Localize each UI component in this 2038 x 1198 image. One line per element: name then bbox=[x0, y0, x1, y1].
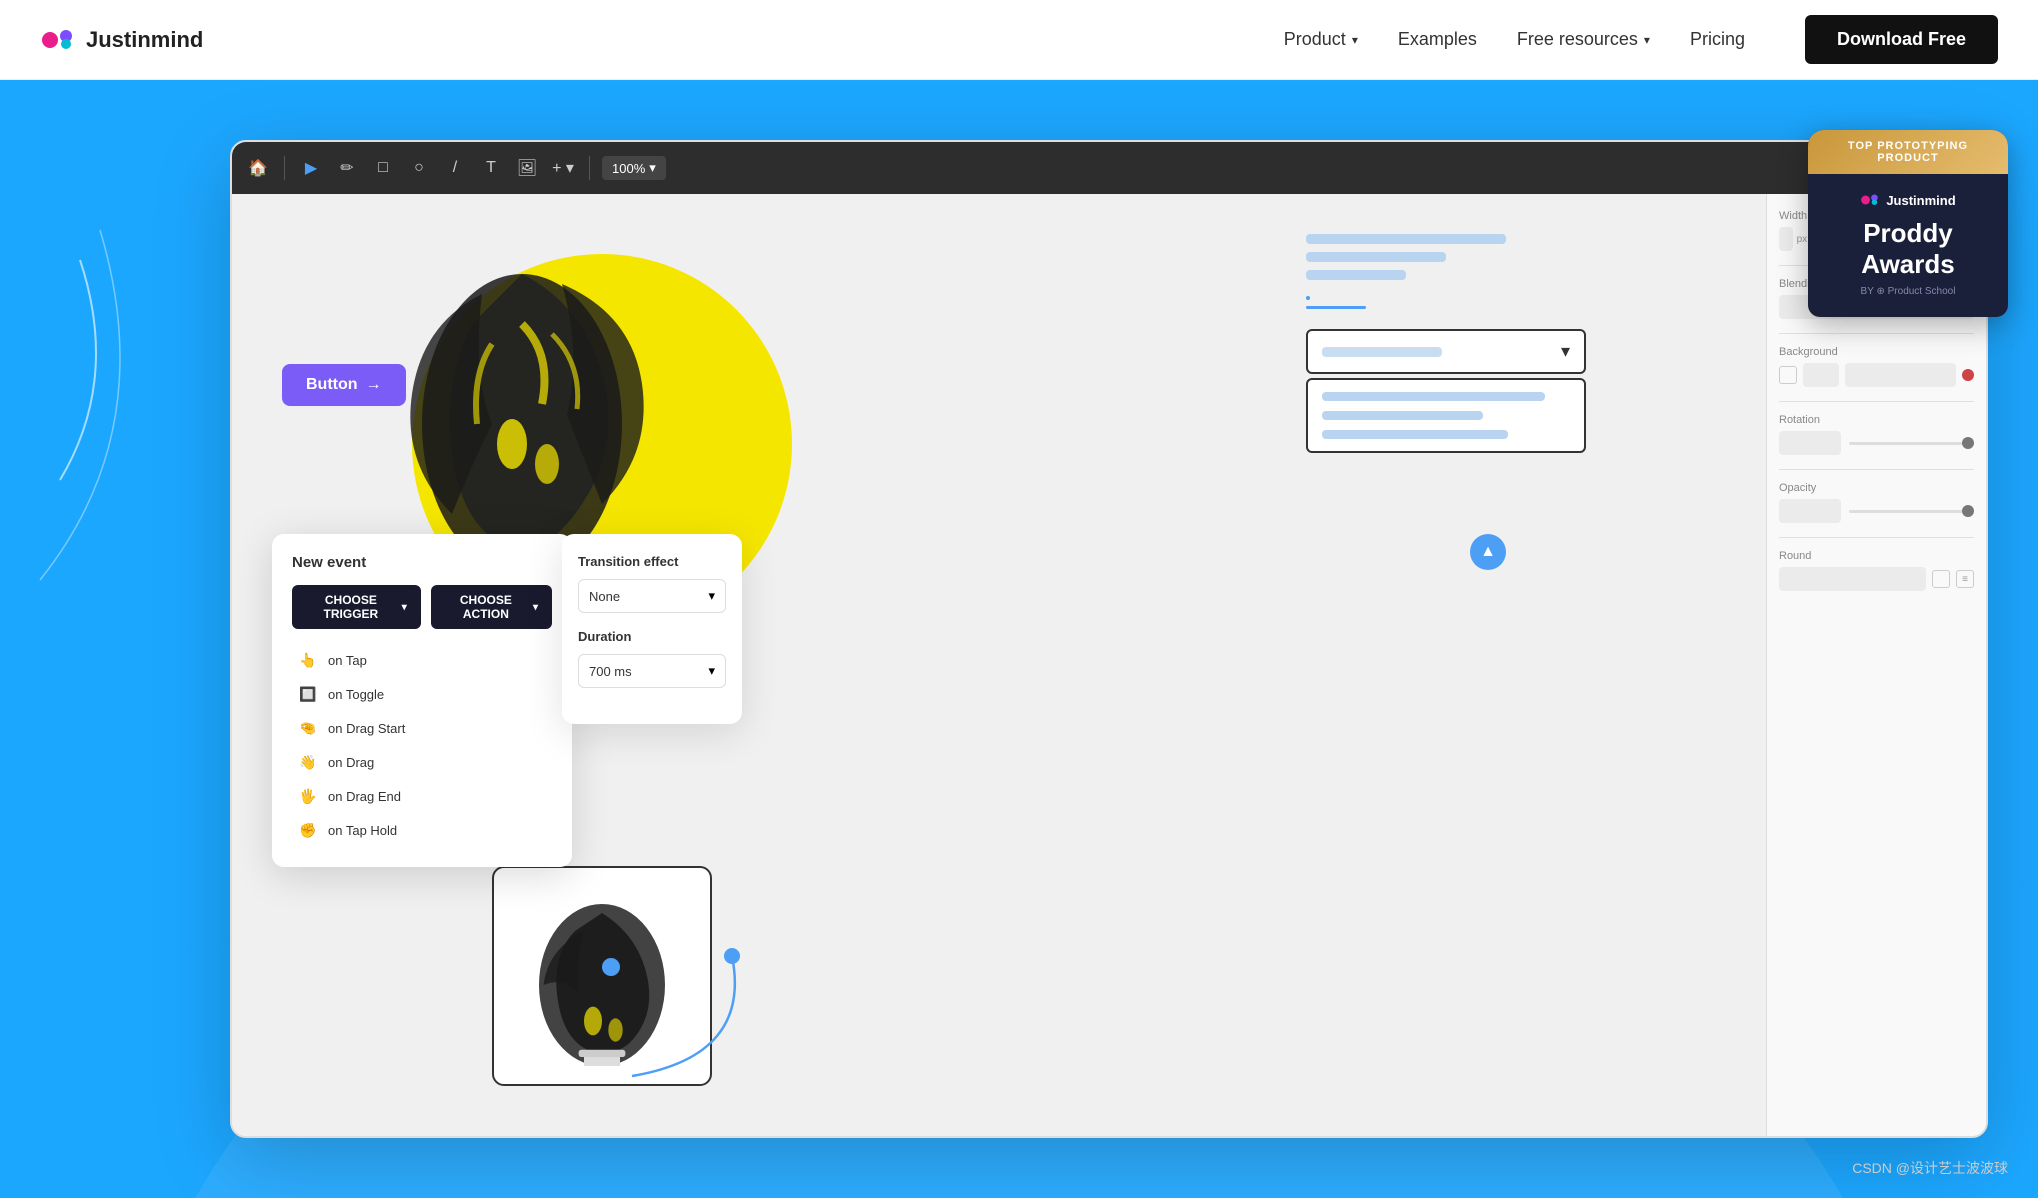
download-free-button[interactable]: Download Free bbox=[1805, 15, 1998, 64]
trigger-on-drag[interactable]: 👋 on Drag bbox=[292, 745, 552, 779]
hero-section: 🏠 ▶ ✏ □ ○ / T 🖼 + ▾ 100% ▾ ⊞ ◇ ⊟ ⊞ bbox=[0, 80, 2038, 1198]
transition-panel: Transition effect None ▾ Duration 700 ms… bbox=[562, 534, 742, 724]
event-panel-buttons: CHOOSE TRIGGER ▾ CHOOSE ACTION ▾ bbox=[292, 585, 552, 629]
round-property-row: Round ≡ bbox=[1779, 550, 1974, 591]
navbar: Justinmind Product ▾ Examples Free resou… bbox=[0, 0, 2038, 80]
toolbar-rect-icon[interactable]: □ bbox=[369, 154, 397, 182]
plant-thumb-svg bbox=[512, 886, 692, 1066]
trigger-on-drag-start[interactable]: 🤏 on Drag Start bbox=[292, 711, 552, 745]
award-by-line: BY ⊕ Product School bbox=[1808, 286, 2008, 297]
logo-icon bbox=[40, 22, 76, 58]
toolbar-image-icon[interactable]: 🖼 bbox=[513, 154, 541, 182]
toolbar-text-icon[interactable]: T bbox=[477, 154, 505, 182]
effect-chevron-icon: ▾ bbox=[708, 588, 715, 604]
choose-action-button[interactable]: CHOOSE ACTION ▾ bbox=[431, 585, 552, 629]
logo[interactable]: Justinmind bbox=[40, 22, 203, 58]
nav-examples[interactable]: Examples bbox=[1398, 29, 1477, 50]
nav-pricing[interactable]: Pricing bbox=[1690, 29, 1745, 50]
rotation-property-row: Rotation bbox=[1779, 414, 1974, 455]
product-chevron-icon: ▾ bbox=[1352, 33, 1358, 47]
toggle-icon: 🔲 bbox=[298, 684, 318, 704]
logo-text: Justinmind bbox=[86, 27, 203, 53]
duration-chevron-icon: ▾ bbox=[708, 663, 715, 679]
right-properties-panel: Width px Height px bbox=[1766, 194, 1986, 1136]
event-panel-title: New event bbox=[292, 554, 552, 571]
trigger-on-toggle[interactable]: 🔲 on Toggle bbox=[292, 677, 552, 711]
ui-dropdown[interactable]: ▾ bbox=[1306, 329, 1586, 374]
app-canvas: Button → bbox=[232, 194, 1986, 1136]
toolbar-add-icon[interactable]: + ▾ bbox=[549, 154, 577, 182]
nav-free-resources[interactable]: Free resources ▾ bbox=[1517, 29, 1650, 50]
rotation-label: Rotation bbox=[1779, 414, 1974, 426]
dropdown-chevron-icon: ▾ bbox=[1561, 341, 1570, 362]
scroll-up-button[interactable]: ▲ bbox=[1470, 534, 1506, 570]
duration-select[interactable]: 700 ms ▾ bbox=[578, 654, 726, 688]
transition-effect-select[interactable]: None ▾ bbox=[578, 579, 726, 613]
attribution-text: CSDN @设计艺士波波球 bbox=[1852, 1158, 2008, 1178]
trigger-list: 👆 on Tap 🔲 on Toggle 🤏 on Drag Start bbox=[292, 643, 552, 847]
trigger-on-drag-end[interactable]: 🖐 on Drag End bbox=[292, 779, 552, 813]
app-window: 🏠 ▶ ✏ □ ○ / T 🖼 + ▾ 100% ▾ ⊞ ◇ ⊟ ⊞ bbox=[230, 140, 1988, 1138]
background-label: Background bbox=[1779, 346, 1974, 358]
zoom-control[interactable]: 100% ▾ bbox=[602, 156, 666, 180]
trigger-on-tap[interactable]: 👆 on Tap bbox=[292, 643, 552, 677]
award-logo-icon bbox=[1860, 190, 1880, 210]
toolbar-home-icon[interactable]: 🏠 bbox=[244, 154, 272, 182]
new-event-panel: New event CHOOSE TRIGGER ▾ CHOOSE ACTION… bbox=[272, 534, 572, 867]
opacity-property-row: Opacity bbox=[1779, 482, 1974, 523]
award-badge: TOP PROTOTYPING PRODUCT Justinmind Prodd… bbox=[1808, 130, 2008, 317]
round-label: Round bbox=[1779, 550, 1974, 562]
drag-handle-dot[interactable] bbox=[602, 958, 620, 976]
award-title: ProddyAwards bbox=[1808, 218, 2008, 280]
ui-list-box bbox=[1306, 378, 1586, 453]
tap-icon: 👆 bbox=[298, 650, 318, 670]
nav-product[interactable]: Product ▾ bbox=[1284, 29, 1358, 50]
tap-hold-icon: ✊ bbox=[298, 820, 318, 840]
trigger-on-tap-hold[interactable]: ✊ on Tap Hold bbox=[292, 813, 552, 847]
award-logo-text: Justinmind bbox=[1886, 193, 1955, 208]
trigger-chevron-icon: ▾ bbox=[402, 602, 407, 613]
duration-label: Duration bbox=[578, 629, 726, 644]
drag-start-icon: 🤏 bbox=[298, 718, 318, 738]
background-property-row: Background bbox=[1779, 346, 1974, 387]
width-unit: px bbox=[1797, 234, 1808, 245]
toolbar-line-icon[interactable]: / bbox=[441, 154, 469, 182]
opacity-label: Opacity bbox=[1779, 482, 1974, 494]
plant-thumbnail bbox=[492, 866, 712, 1086]
drag-icon: 👋 bbox=[298, 752, 318, 772]
toolbar-select-icon[interactable]: ▶ bbox=[297, 154, 325, 182]
action-chevron-icon: ▾ bbox=[533, 602, 538, 613]
drag-end-icon: 🖐 bbox=[298, 786, 318, 806]
toolbar-ellipse-icon[interactable]: ○ bbox=[405, 154, 433, 182]
toolbar-separator-2 bbox=[589, 156, 590, 180]
canvas-main: Button → bbox=[232, 194, 1766, 1136]
toolbar-separator bbox=[284, 156, 285, 180]
free-resources-chevron-icon: ▾ bbox=[1644, 33, 1650, 47]
award-by-text: BY ⊕ Product School bbox=[1861, 286, 1956, 297]
zoom-chevron-icon: ▾ bbox=[649, 160, 656, 176]
choose-trigger-button[interactable]: CHOOSE TRIGGER ▾ bbox=[292, 585, 421, 629]
award-header: TOP PROTOTYPING PRODUCT bbox=[1808, 130, 2008, 174]
ui-mockup-panel: ▾ bbox=[1306, 234, 1586, 453]
nav-links: Product ▾ Examples Free resources ▾ Pric… bbox=[1284, 15, 1998, 64]
toolbar-pen-icon[interactable]: ✏ bbox=[333, 154, 361, 182]
transition-effect-label: Transition effect bbox=[578, 554, 726, 569]
width-label: Width bbox=[1779, 210, 1807, 222]
app-toolbar: 🏠 ▶ ✏ □ ○ / T 🖼 + ▾ 100% ▾ ⊞ ◇ ⊟ ⊞ bbox=[232, 142, 1986, 194]
award-logo: Justinmind bbox=[1808, 190, 2008, 210]
